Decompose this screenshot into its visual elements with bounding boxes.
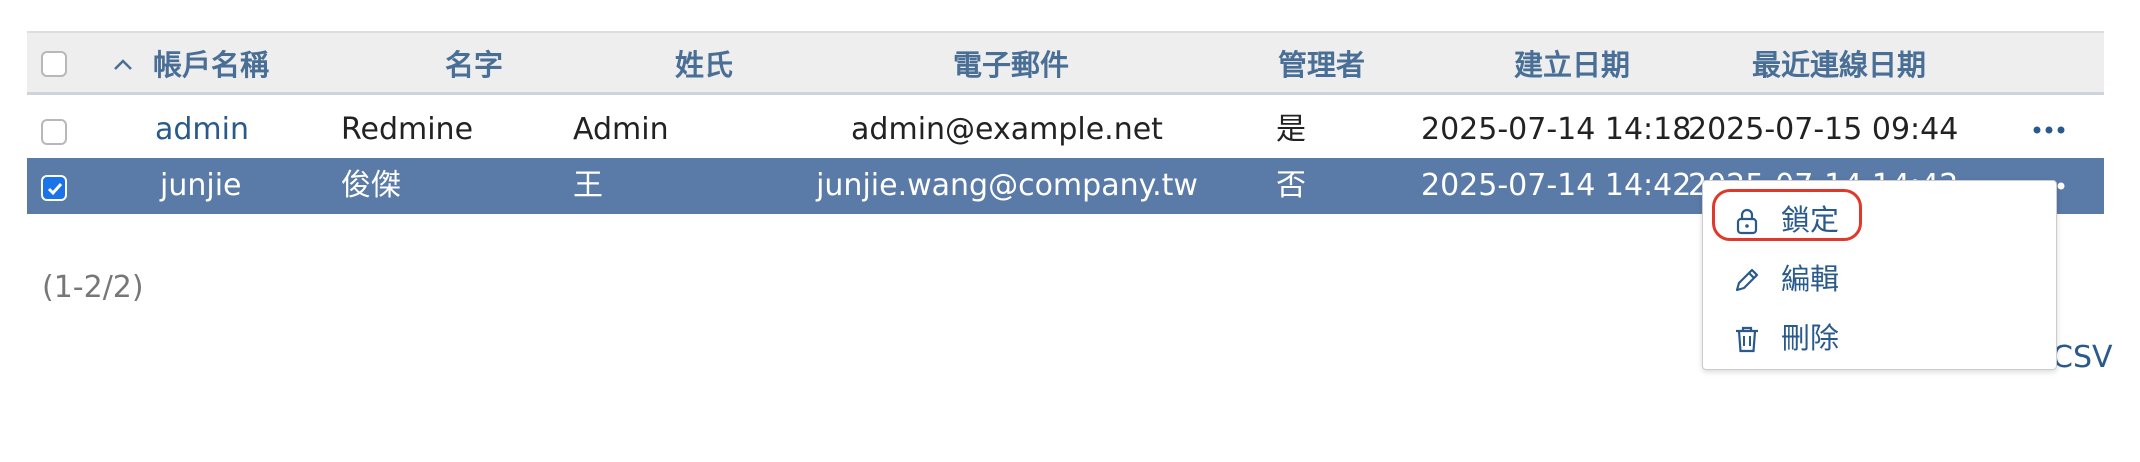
- lastname-cell: Admin: [573, 112, 669, 147]
- created-cell: 2025-07-14 14:18: [1421, 112, 1692, 147]
- context-menu: 鎖定 編輯 刪除: [1702, 180, 2057, 370]
- login-link[interactable]: junjie: [160, 158, 242, 214]
- menu-item-edit[interactable]: 編輯: [1731, 256, 2011, 302]
- menu-item-label: 編輯: [1781, 262, 1840, 296]
- sort-ascending-icon[interactable]: [111, 53, 135, 77]
- more-actions-icon[interactable]: [2031, 124, 2067, 136]
- checkmark-icon: [47, 183, 63, 196]
- csv-export-link[interactable]: CSV: [2052, 340, 2113, 375]
- admin-cell: 否: [1276, 168, 1306, 203]
- email-cell[interactable]: admin@example.net: [787, 102, 1227, 158]
- firstname-cell: Redmine: [341, 112, 474, 147]
- menu-item-delete[interactable]: 刪除: [1731, 315, 2011, 361]
- pencil-icon: [1735, 268, 1759, 292]
- column-header-lastname[interactable]: 姓氏: [675, 33, 733, 97]
- lastname-cell: 王: [573, 168, 603, 203]
- admin-cell: 是: [1276, 112, 1306, 147]
- pagination-summary: (1-2/2): [42, 270, 144, 305]
- login-link[interactable]: admin: [155, 102, 249, 158]
- menu-item-label: 刪除: [1781, 321, 1840, 355]
- select-all-checkbox[interactable]: [41, 51, 67, 77]
- column-header-last-login[interactable]: 最近連線日期: [1752, 33, 1926, 97]
- firstname-cell: 俊傑: [341, 168, 401, 203]
- column-header-admin[interactable]: 管理者: [1278, 33, 1365, 97]
- column-header-login[interactable]: 帳戶名稱: [153, 33, 269, 97]
- table-row[interactable]: admin Redmine Admin admin@example.net 是 …: [27, 102, 2104, 158]
- menu-item-lock[interactable]: 鎖定: [1731, 197, 2011, 243]
- row-checkbox-checked[interactable]: [41, 175, 67, 201]
- last-login-cell: 2025-07-15 09:44: [1688, 112, 1959, 147]
- column-header-created[interactable]: 建立日期: [1514, 33, 1630, 97]
- table-header-row: 帳戶名稱 名字 姓氏 電子郵件 管理者 建立日期 最近連線日期: [27, 31, 2104, 95]
- lock-icon: [1736, 208, 1758, 235]
- menu-item-label: 鎖定: [1781, 203, 1840, 237]
- column-header-firstname[interactable]: 名字: [445, 33, 503, 97]
- email-cell[interactable]: junjie.wang@company.tw: [767, 158, 1247, 214]
- created-cell: 2025-07-14 14:42: [1421, 168, 1692, 203]
- row-checkbox[interactable]: [41, 119, 67, 145]
- trash-icon: [1736, 326, 1758, 353]
- column-header-email[interactable]: 電子郵件: [953, 33, 1069, 97]
